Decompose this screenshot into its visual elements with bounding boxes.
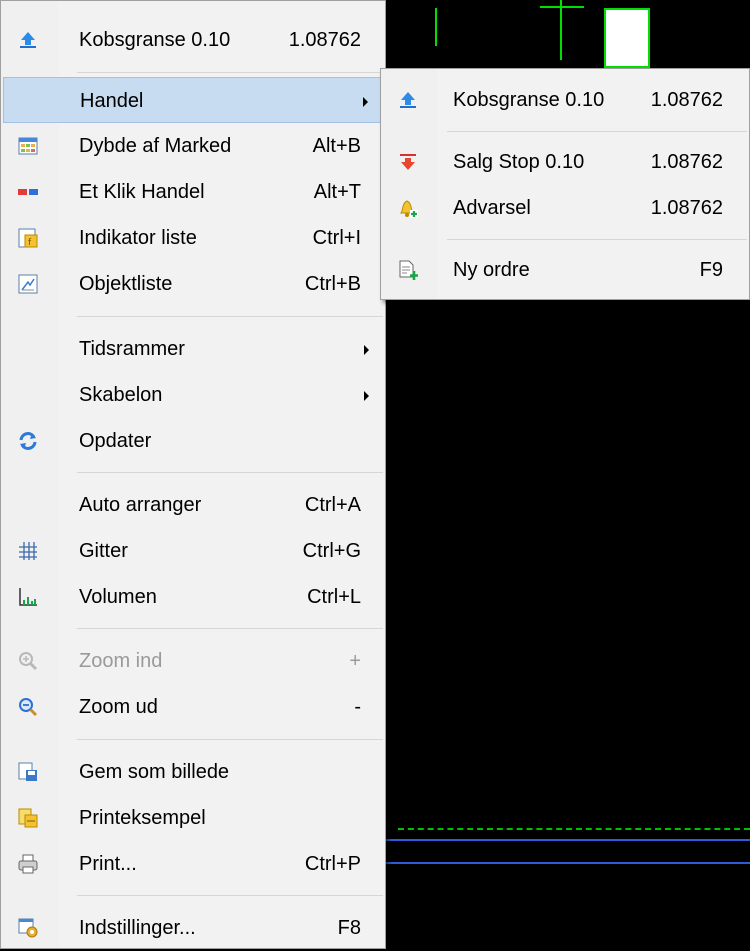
menu-item-label: Et Klik Handel	[79, 181, 205, 203]
menu-item-template[interactable]: Skabelon	[3, 372, 383, 418]
menu-separator	[77, 472, 383, 473]
refresh-icon	[19, 432, 37, 450]
menu-item-print-preview[interactable]: Printeksempel	[3, 795, 383, 841]
menu-item-properties[interactable]: Indstillinger... F8	[3, 905, 383, 951]
menu-item-price: 1.08762	[650, 89, 723, 111]
menu-item-label: Kobsgranse 0.10	[453, 89, 605, 111]
menu-item-label: Gitter	[79, 540, 128, 562]
menu-item-label: Volumen	[79, 586, 157, 608]
trading-submenu: Kobsgranse 0.10 1.08762 Salg Stop 0.10 1…	[380, 68, 750, 300]
grid-icon	[19, 542, 37, 560]
menu-item-shortcut: Ctrl+P	[304, 853, 361, 875]
menu-item-one-click-trading[interactable]: Et Klik Handel Alt+T	[3, 169, 383, 215]
menu-item-zoom-in[interactable]: Zoom ind +	[3, 638, 383, 684]
menu-item-grid[interactable]: Gitter Ctrl+G	[3, 528, 383, 574]
buy-limit-icon	[20, 32, 36, 48]
menu-item-label: Kobsgranse 0.10	[79, 29, 231, 51]
save-image-icon	[18, 762, 37, 781]
menu-item-label: Salg Stop 0.10	[453, 151, 585, 173]
submenu-arrow-icon	[364, 391, 369, 401]
menu-item-zoom-out[interactable]: Zoom ud -	[3, 684, 383, 730]
menu-separator	[447, 131, 747, 132]
menu-item-label: Print...	[79, 853, 137, 875]
menu-item-buy-limit[interactable]: Kobsgranse 0.10 1.08762	[3, 17, 383, 63]
menu-item-save-as-picture[interactable]: Gem som billede	[3, 749, 383, 795]
menu-separator	[77, 72, 383, 73]
menu-item-label: Gem som billede	[79, 761, 230, 783]
menu-item-label: Dybde af Marked	[79, 135, 232, 157]
sell-stop-icon	[400, 154, 416, 170]
menu-item-label: Advarsel	[453, 197, 531, 219]
menu-separator	[77, 895, 383, 896]
submenu-item-new-order[interactable]: Ny ordre F9	[383, 247, 747, 293]
menu-item-shortcut: F8	[337, 917, 361, 939]
indicator-list-icon: f	[18, 228, 38, 248]
submenu-item-buy-limit[interactable]: Kobsgranse 0.10 1.08762	[383, 77, 747, 123]
menu-item-label: Skabelon	[79, 384, 163, 406]
menu-separator	[77, 316, 383, 317]
menu-item-market-depth[interactable]: Dybde af Marked Alt+B	[3, 123, 383, 169]
ask-line	[386, 862, 750, 864]
submenu-item-sell-stop[interactable]: Salg Stop 0.10 1.08762	[383, 139, 747, 185]
menu-item-label: Printeksempel	[79, 807, 206, 829]
menu-item-price: 1.08762	[650, 197, 723, 219]
menu-item-price: 1.08762	[650, 151, 723, 173]
menu-item-shortcut: Ctrl+L	[307, 586, 361, 608]
menu-item-shortcut: Ctrl+I	[312, 227, 361, 249]
menu-item-indicator-list[interactable]: f Indikator liste Ctrl+I	[3, 215, 383, 261]
zoom-in-icon	[19, 652, 38, 671]
buy-limit-icon	[400, 92, 416, 108]
candle-top	[540, 6, 584, 8]
menu-item-label: Indstillinger...	[79, 917, 196, 939]
bid-line	[386, 839, 750, 841]
object-list-icon	[18, 274, 38, 294]
menu-item-label: Opdater	[79, 430, 152, 452]
menu-item-label: Zoom ind	[79, 650, 163, 672]
menu-item-label: Handel	[80, 90, 144, 112]
print-preview-icon	[18, 808, 38, 828]
submenu-arrow-icon	[364, 345, 369, 355]
menu-item-volume[interactable]: Volumen Ctrl+L	[3, 574, 383, 620]
properties-icon	[18, 918, 38, 938]
zoom-out-icon	[19, 698, 38, 717]
candle-wick	[435, 8, 437, 46]
menu-separator	[77, 628, 383, 629]
menu-item-shortcut: -	[354, 696, 361, 718]
menu-item-price: 1.08762	[288, 29, 361, 51]
one-click-trading-icon	[18, 189, 38, 195]
menu-item-shortcut: Ctrl+A	[304, 494, 361, 516]
menu-item-print[interactable]: Print... Ctrl+P	[3, 841, 383, 887]
submenu-item-alert[interactable]: Advarsel 1.08762	[383, 185, 747, 231]
menu-item-label: Tidsrammer	[79, 338, 185, 360]
menu-item-shortcut: Alt+B	[312, 135, 361, 157]
menu-item-timeframes[interactable]: Tidsrammer	[3, 326, 383, 372]
menu-item-label: Objektliste	[79, 273, 173, 295]
submenu-arrow-icon	[363, 97, 368, 107]
menu-item-trading[interactable]: Handel	[3, 77, 383, 123]
menu-item-label: Ny ordre	[453, 259, 530, 281]
candle-body	[560, 0, 562, 60]
menu-item-shortcut: Alt+T	[313, 181, 361, 203]
market-depth-icon	[18, 137, 38, 155]
dashed-level-line	[398, 828, 750, 830]
menu-item-label: Auto arranger	[79, 494, 202, 516]
menu-item-shortcut: Ctrl+B	[304, 273, 361, 295]
menu-item-refresh[interactable]: Opdater	[3, 418, 383, 464]
menu-separator	[447, 239, 747, 240]
menu-item-auto-arrange[interactable]: Auto arranger Ctrl+A	[3, 482, 383, 528]
menu-item-object-list[interactable]: Objektliste Ctrl+B	[3, 261, 383, 307]
menu-item-shortcut: +	[349, 650, 361, 672]
menu-separator	[77, 739, 383, 740]
print-icon	[18, 854, 38, 874]
candle-body-white	[604, 8, 650, 68]
volume-icon	[19, 588, 37, 606]
chart-context-menu: Kobsgranse 0.10 1.08762 Handel Dybde af …	[0, 0, 386, 949]
menu-item-label: Zoom ud	[79, 696, 158, 718]
menu-item-label: Indikator liste	[79, 227, 197, 249]
new-order-icon	[399, 260, 418, 280]
menu-item-shortcut: Ctrl+G	[302, 540, 361, 562]
menu-item-shortcut: F9	[699, 259, 723, 281]
alert-icon	[399, 200, 418, 218]
